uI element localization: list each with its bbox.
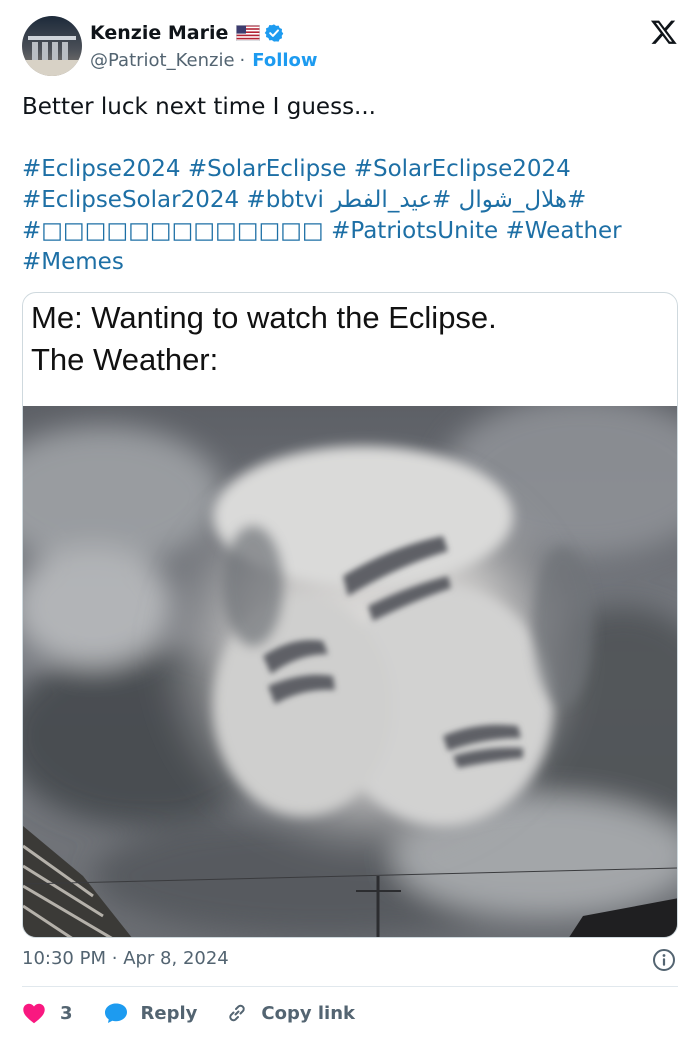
author-avatar[interactable] (22, 16, 82, 76)
verified-badge-icon (264, 23, 284, 43)
x-logo-icon[interactable] (650, 18, 678, 46)
copy-link-label: Copy link (261, 1002, 355, 1024)
hashtag-link[interactable]: #□□□□□□□□□□□□□ (22, 218, 324, 244)
heart-icon (23, 1003, 45, 1024)
follow-button[interactable]: Follow (252, 50, 317, 71)
tweet-embed-card: Kenzie Marie @Patriot_Kenzie · Follow Be… (0, 0, 700, 1040)
hashtag-link[interactable]: #PatriotsUnite (331, 218, 498, 244)
tweet-text: Better luck next time I guess... (22, 94, 376, 120)
hashtag-block: #Eclipse2024 #SolarEclipse #SolarEclipse… (22, 154, 678, 278)
hashtag-link[interactable]: #هلال_شوال (459, 187, 587, 213)
handle-separator: · (239, 49, 246, 71)
reply-button[interactable]: Reply (103, 1001, 198, 1025)
hashtag-link[interactable]: #Eclipse2024 (22, 156, 181, 182)
tweet-timestamp[interactable]: 10:30 PM · Apr 8, 2024 (22, 948, 229, 969)
hashtag-link[interactable]: #Weather (506, 218, 622, 244)
hashtag-link[interactable]: #SolarEclipse2024 (354, 156, 571, 182)
hashtag-line: #EclipseSolar2024 #bbtvi #هلال_شوال #عيد… (22, 185, 678, 216)
hashtag-line: #□□□□□□□□□□□□□ #PatriotsUnite #Weather (22, 216, 678, 247)
us-flag-icon (236, 25, 261, 41)
meme-caption-line: Me: Wanting to watch the Eclipse. (31, 300, 497, 335)
divider (22, 986, 678, 987)
hashtag-line: #Memes (22, 247, 678, 278)
hashtag-line: #Eclipse2024 #SolarEclipse #SolarEclipse… (22, 154, 678, 185)
like-button[interactable]: 3 (22, 1002, 73, 1024)
author-display-name[interactable]: Kenzie Marie (90, 22, 228, 44)
hashtag-link[interactable]: #bbtvi (246, 187, 324, 213)
cloud-face-photo (23, 396, 677, 937)
author-handle[interactable]: @Patriot_Kenzie (90, 50, 235, 71)
tweet-actions: 3 Reply Copy link (22, 996, 355, 1030)
like-count: 3 (60, 1002, 73, 1024)
reply-bubble-icon (104, 1003, 127, 1023)
tweet-time: 10:30 PM (22, 948, 106, 969)
copy-link-button[interactable]: Copy link (225, 1001, 355, 1025)
tweet-media[interactable]: Me: Wanting to watch the Eclipse. The We… (22, 292, 678, 938)
link-icon (229, 1004, 246, 1022)
tweet-date: Apr 8, 2024 (123, 948, 229, 969)
hashtag-link[interactable]: #EclipseSolar2024 (22, 187, 239, 213)
timestamp-separator: · (111, 948, 118, 969)
hashtag-link[interactable]: #SolarEclipse (188, 156, 347, 182)
hashtag-link[interactable]: #عيد_الفطر (331, 187, 451, 213)
reply-label: Reply (140, 1002, 198, 1024)
meme-caption-line: The Weather: (31, 342, 219, 377)
meme-caption: Me: Wanting to watch the Eclipse. The We… (31, 297, 671, 381)
info-icon[interactable] (652, 948, 676, 972)
hashtag-link[interactable]: #Memes (22, 249, 124, 275)
